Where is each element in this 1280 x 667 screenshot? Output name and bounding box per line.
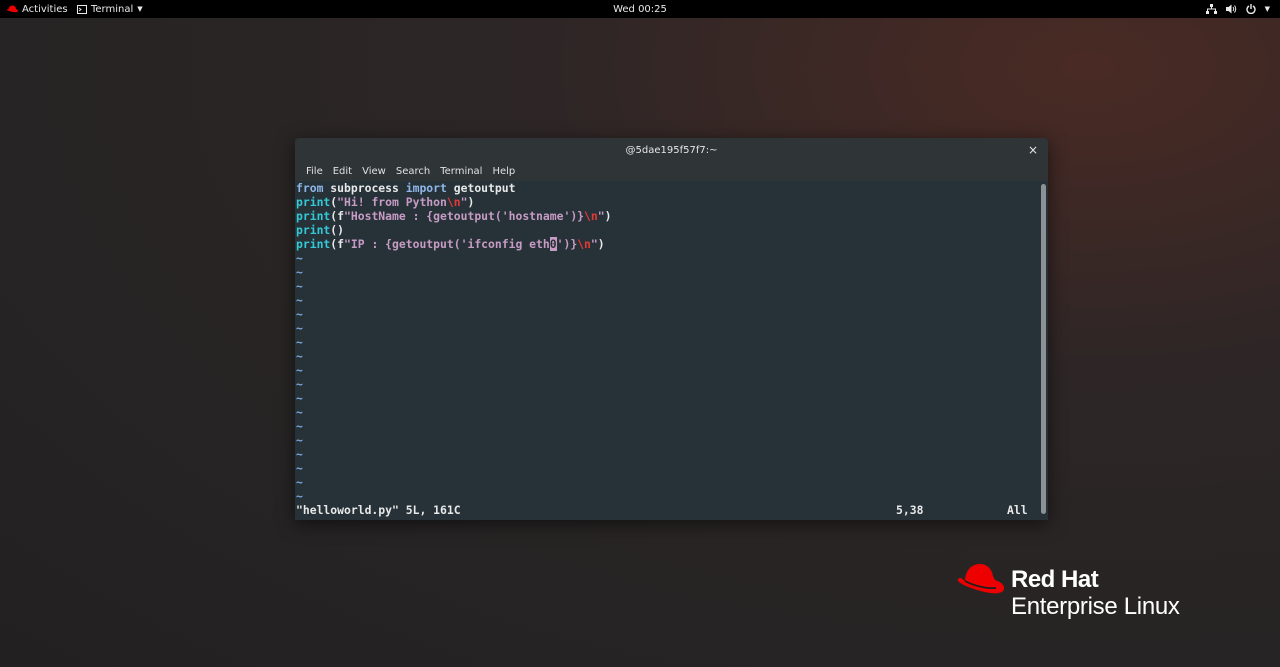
keyword: import bbox=[405, 181, 447, 195]
empty-line-tilde: ~ bbox=[296, 321, 303, 335]
network-icon bbox=[1205, 4, 1217, 14]
vim-status-file: "helloworld.py" 5L, 161C bbox=[296, 503, 461, 517]
punct: ) bbox=[597, 237, 605, 251]
empty-line-tilde: ~ bbox=[296, 433, 303, 447]
scrollbar-thumb[interactable] bbox=[1041, 184, 1046, 514]
empty-line-tilde: ~ bbox=[296, 405, 303, 419]
function-name: print bbox=[296, 237, 331, 251]
string-literal: "HostName : {getoutput('hostname')} bbox=[344, 209, 585, 223]
empty-line-tilde: ~ bbox=[296, 489, 303, 503]
empty-line-tilde: ~ bbox=[296, 391, 303, 405]
menu-search[interactable]: Search bbox=[391, 166, 435, 177]
menu-help[interactable]: Help bbox=[487, 166, 520, 177]
brand-name: Red Hat bbox=[1011, 566, 1099, 593]
menu-view[interactable]: View bbox=[357, 166, 391, 177]
terminal-content[interactable]: from subprocess import getoutput print("… bbox=[295, 181, 1040, 520]
power-icon bbox=[1245, 4, 1256, 14]
window-title: @5dae195f57f7:~ bbox=[625, 144, 718, 156]
terminal-icon bbox=[77, 4, 87, 14]
code-line-3: print(f"HostName : {getoutput('hostname'… bbox=[296, 209, 611, 223]
menu-edit[interactable]: Edit bbox=[328, 166, 357, 177]
empty-line-tilde: ~ bbox=[296, 447, 303, 461]
punct: () bbox=[330, 223, 345, 237]
redhat-hat-icon bbox=[7, 5, 18, 13]
import-name: getoutput bbox=[446, 181, 516, 195]
menu-bar: File Edit View Search Terminal Help bbox=[295, 162, 1048, 181]
string-literal: "IP : {getoutput('ifconfig eth bbox=[344, 237, 550, 251]
punct: (f bbox=[330, 237, 345, 251]
empty-line-tilde: ~ bbox=[296, 363, 303, 377]
function-name: print bbox=[296, 209, 331, 223]
empty-line-tilde: ~ bbox=[296, 251, 303, 265]
terminal-window[interactable]: @5dae195f57f7:~ × File Edit View Search … bbox=[295, 138, 1048, 520]
chevron-down-icon: ▼ bbox=[137, 5, 143, 13]
escape-sequence: \n bbox=[577, 237, 591, 251]
empty-line-tilde: ~ bbox=[296, 307, 303, 321]
top-bar: Activities Terminal ▼ Wed 00:25 ▼ bbox=[0, 0, 1280, 18]
string-literal: "Hi! from Python bbox=[337, 195, 447, 209]
brand-product: Enterprise Linux bbox=[1011, 593, 1180, 620]
empty-line-tilde: ~ bbox=[296, 349, 303, 363]
string-literal: ')} bbox=[556, 237, 578, 251]
close-button[interactable]: × bbox=[1026, 143, 1040, 157]
terminal-scrollbar[interactable] bbox=[1040, 181, 1048, 520]
string-literal: " bbox=[590, 237, 598, 251]
escape-sequence: \n bbox=[446, 195, 461, 209]
redhat-logo: Red Hat Enterprise Linux bbox=[956, 562, 1256, 622]
empty-line-tilde: ~ bbox=[296, 335, 303, 349]
code-line-5: print(f"IP : {getoutput('ifconfig eth0')… bbox=[296, 237, 605, 251]
code-line-1: from subprocess import getoutput bbox=[296, 181, 515, 195]
code-line-4: print() bbox=[296, 223, 344, 237]
activities-button[interactable]: Activities bbox=[7, 0, 68, 18]
punct: ) bbox=[467, 195, 475, 209]
empty-line-tilde: ~ bbox=[296, 419, 303, 433]
punct: (f bbox=[330, 209, 345, 223]
window-titlebar[interactable]: @5dae195f57f7:~ × bbox=[295, 138, 1048, 162]
empty-line-tilde: ~ bbox=[296, 293, 303, 307]
module-name: subprocess bbox=[323, 181, 406, 195]
menu-file[interactable]: File bbox=[301, 166, 328, 177]
escape-sequence: \n bbox=[584, 209, 598, 223]
redhat-hat-icon bbox=[957, 564, 1004, 594]
empty-line-tilde: ~ bbox=[296, 461, 303, 475]
activities-label: Activities bbox=[22, 3, 68, 15]
code-line-2: print("Hi! from Python\n") bbox=[296, 195, 474, 209]
clock-area: Wed 00:25 bbox=[0, 0, 1280, 18]
chevron-down-icon: ▼ bbox=[1264, 5, 1270, 13]
vim-status-scroll: All bbox=[1007, 503, 1028, 517]
vim-status-position: 5,38 bbox=[896, 503, 924, 517]
volume-icon bbox=[1225, 4, 1236, 14]
close-icon: × bbox=[1027, 143, 1039, 157]
app-label: Terminal bbox=[91, 3, 134, 15]
keyword: from bbox=[296, 181, 324, 195]
empty-line-tilde: ~ bbox=[296, 475, 303, 489]
function-name: print bbox=[296, 195, 331, 209]
system-status-menu[interactable]: ▼ bbox=[1205, 0, 1270, 18]
string-literal: " bbox=[597, 209, 605, 223]
empty-line-tilde: ~ bbox=[296, 265, 303, 279]
empty-line-tilde: ~ bbox=[296, 279, 303, 293]
menu-terminal[interactable]: Terminal bbox=[435, 166, 487, 177]
app-menu[interactable]: Terminal ▼ bbox=[77, 0, 143, 18]
punct: ) bbox=[604, 209, 612, 223]
function-name: print bbox=[296, 223, 331, 237]
text-cursor: 0 bbox=[549, 237, 557, 251]
clock[interactable]: Wed 00:25 bbox=[613, 4, 667, 15]
empty-line-tilde: ~ bbox=[296, 377, 303, 391]
